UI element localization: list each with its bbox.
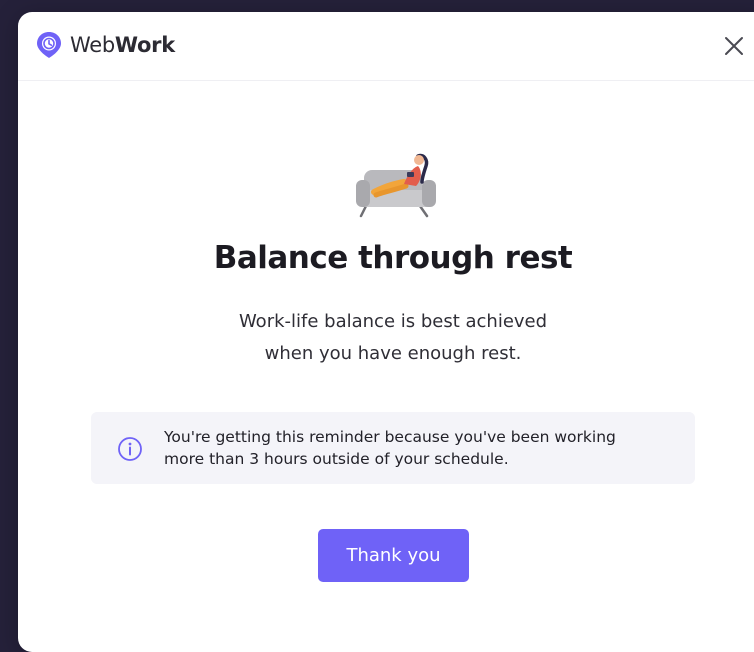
subtitle-line-1: Work-life balance is best achieved xyxy=(238,311,548,332)
info-text-line-2: more than 3 hours outside of your schedu… xyxy=(164,450,509,468)
dialog-header: WebWork xyxy=(18,12,754,81)
page-title: Balance through rest xyxy=(213,240,573,276)
reminder-dialog: WebWork Balance through rest Work-life b… xyxy=(18,12,754,652)
logo-text-light: Web xyxy=(70,33,115,57)
subtitle-line-2: when you have enough rest. xyxy=(264,343,522,364)
info-text-line-1: You're getting this reminder because you… xyxy=(164,428,616,446)
logo-text: WebWork xyxy=(70,30,175,60)
thank-you-button[interactable]: Thank you xyxy=(318,529,469,582)
subtitle: Work-life balance is best achieved when … xyxy=(193,306,593,370)
info-icon xyxy=(118,437,142,461)
close-icon[interactable] xyxy=(722,34,746,58)
person-resting-on-sofa-illustration xyxy=(356,153,436,218)
info-text: You're getting this reminder because you… xyxy=(164,426,694,470)
reminder-info-box: You're getting this reminder because you… xyxy=(91,412,695,484)
webwork-logo: WebWork xyxy=(34,30,175,60)
clock-pin-icon xyxy=(37,32,61,58)
logo-text-bold: Work xyxy=(114,33,175,57)
